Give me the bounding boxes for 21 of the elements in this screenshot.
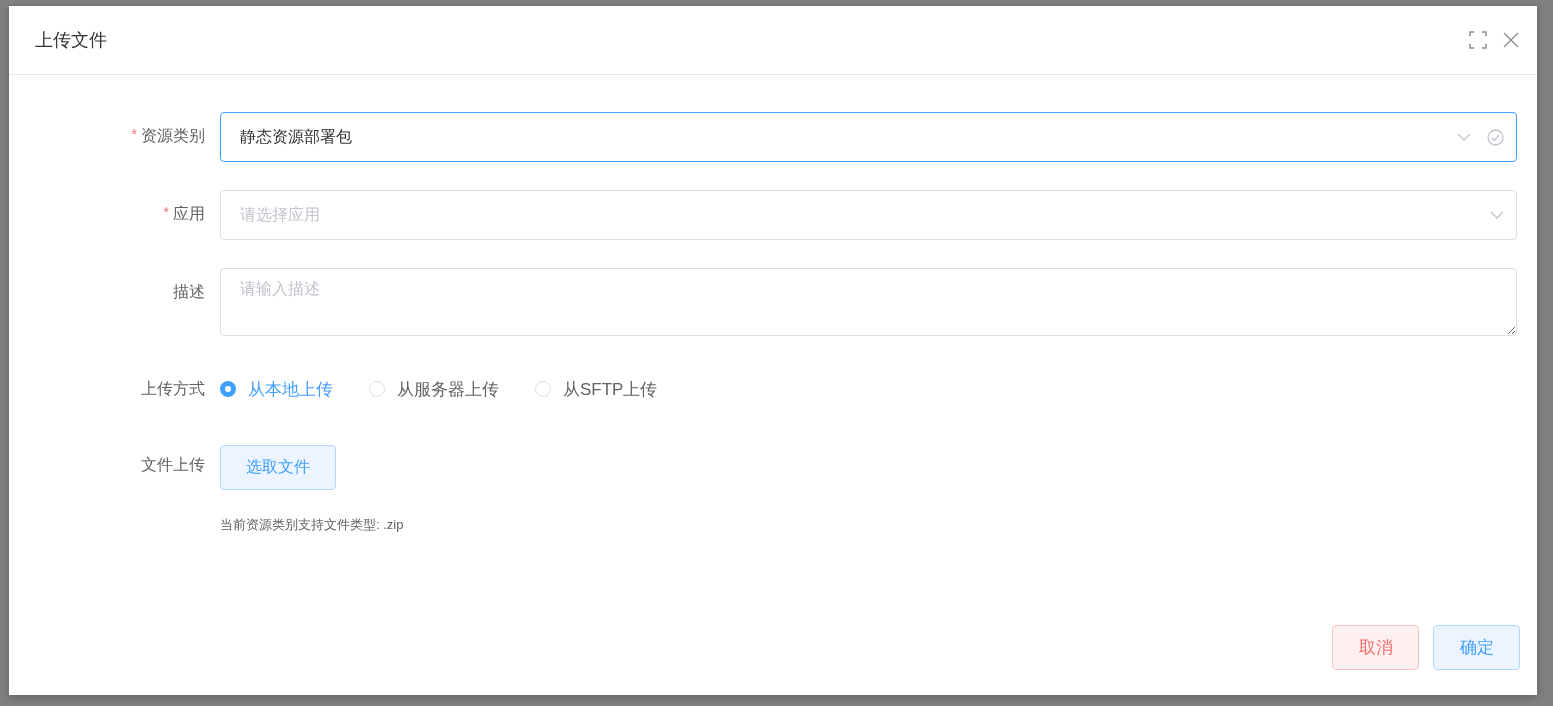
- field-label: 应用: [173, 204, 205, 224]
- required-asterisk: *: [131, 126, 137, 142]
- field-label: 资源类别: [141, 126, 205, 146]
- required-asterisk: *: [163, 204, 169, 220]
- select-field[interactable]: 请选择应用: [220, 190, 1517, 240]
- cancel-button[interactable]: 取消: [1332, 625, 1419, 670]
- description-textarea[interactable]: 请输入描述: [220, 268, 1517, 336]
- choose-file-button[interactable]: 选取文件: [220, 445, 336, 490]
- select-field[interactable]: 静态资源部署包: [220, 112, 1517, 162]
- field-label: 文件上传: [141, 455, 205, 475]
- dialog-title: 上传文件: [35, 29, 107, 52]
- radio-option[interactable]: 从服务器上传: [369, 377, 499, 401]
- fullscreen-icon[interactable]: [1469, 31, 1487, 49]
- confirm-button[interactable]: 确定: [1433, 625, 1520, 670]
- field-label: 描述: [173, 282, 205, 302]
- close-icon[interactable]: [1503, 32, 1519, 48]
- check-circle-icon: [1487, 128, 1504, 146]
- radio-option[interactable]: 从SFTP上传: [535, 377, 658, 401]
- radio-option[interactable]: 从本地上传: [220, 377, 333, 401]
- file-type-hint: 当前资源类别支持文件类型: .zip: [220, 516, 404, 534]
- field-label: 上传方式: [141, 379, 205, 399]
